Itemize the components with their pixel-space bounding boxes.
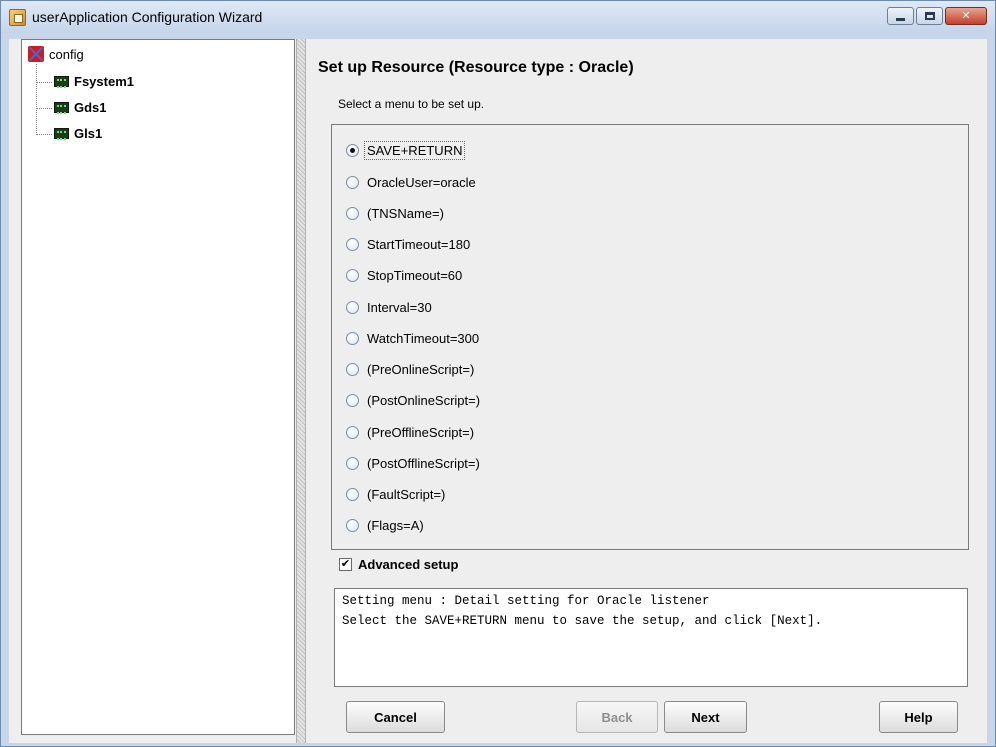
- menu-item-label: (Flags=A): [367, 517, 424, 533]
- advanced-setup-label: Advanced setup: [358, 557, 459, 572]
- radio-button[interactable]: [346, 362, 359, 376]
- menu-item-flags[interactable]: (Flags=A): [346, 514, 424, 536]
- setup-menu-list: SAVE+RETURN OracleUser=oracle (TNSName=)…: [331, 124, 969, 550]
- minimize-icon: [896, 17, 905, 21]
- resource-tree[interactable]: config Fsystem1 Gds1 Gls1: [21, 39, 295, 735]
- menu-item-start-timeout[interactable]: StartTimeout=180: [346, 233, 470, 255]
- menu-item-tns-name[interactable]: (TNSName=): [346, 202, 444, 224]
- radio-button[interactable]: [346, 300, 359, 314]
- radio-button[interactable]: [346, 268, 359, 282]
- radio-button[interactable]: [346, 518, 359, 532]
- maximize-button[interactable]: [916, 7, 943, 25]
- resource-icon: [54, 76, 69, 88]
- menu-item-label: Interval=30: [367, 299, 432, 315]
- radio-button[interactable]: [346, 206, 359, 220]
- window-title: userApplication Configuration Wizard: [32, 9, 263, 25]
- tree-item-label: Gls1: [74, 126, 103, 141]
- menu-item-pre-online-script[interactable]: (PreOnlineScript=): [346, 358, 474, 380]
- menu-item-post-offline-script[interactable]: (PostOfflineScript=): [346, 452, 480, 474]
- radio-button[interactable]: [346, 237, 359, 251]
- minimize-button[interactable]: [887, 7, 914, 25]
- menu-item-pre-offline-script[interactable]: (PreOfflineScript=): [346, 421, 474, 443]
- tree-item-config[interactable]: config: [28, 46, 84, 62]
- close-icon: ✕: [961, 9, 971, 22]
- menu-item-label: (FaultScript=): [367, 486, 446, 502]
- menu-item-label: SAVE+RETURN: [364, 140, 466, 160]
- page-instruction: Select a menu to be set up.: [338, 97, 485, 111]
- menu-item-label: WatchTimeout=300: [367, 330, 480, 346]
- back-button[interactable]: Back: [576, 701, 658, 733]
- config-icon: [28, 46, 44, 62]
- menu-item-watch-timeout[interactable]: WatchTimeout=300: [346, 327, 479, 349]
- menu-item-interval[interactable]: Interval=30: [346, 296, 432, 318]
- tree-connector: [36, 64, 37, 135]
- menu-item-label: (PreOnlineScript=): [367, 361, 475, 377]
- menu-item-post-online-script[interactable]: (PostOnlineScript=): [346, 389, 480, 411]
- radio-button[interactable]: [346, 487, 359, 501]
- message-line: Setting menu : Detail setting for Oracle…: [342, 594, 710, 608]
- advanced-setup-checkbox[interactable]: ✔ Advanced setup: [339, 557, 458, 572]
- tree-connector: [36, 82, 52, 83]
- menu-item-label: (PreOfflineScript=): [367, 424, 475, 440]
- app-icon: [9, 8, 26, 26]
- panel-splitter[interactable]: [296, 39, 306, 743]
- tree-item-label: Gds1: [74, 100, 107, 115]
- app-window: userApplication Configuration Wizard ✕ c…: [0, 0, 996, 747]
- radio-button[interactable]: [346, 456, 359, 470]
- menu-item-label: (TNSName=): [367, 205, 444, 221]
- tree-item-gls1[interactable]: Gls1: [54, 126, 102, 141]
- radio-button[interactable]: [346, 175, 359, 189]
- resource-icon: [54, 102, 69, 114]
- menu-item-label: (PostOfflineScript=): [367, 455, 480, 471]
- message-line: Select the SAVE+RETURN menu to save the …: [342, 614, 823, 628]
- tree-item-label: config: [49, 46, 84, 62]
- cancel-button[interactable]: Cancel: [346, 701, 445, 733]
- menu-item-label: StopTimeout=60: [367, 267, 463, 283]
- help-button[interactable]: Help: [879, 701, 958, 733]
- menu-item-label: (PostOnlineScript=): [367, 392, 481, 408]
- tree-connector: [36, 134, 52, 135]
- menu-item-stop-timeout[interactable]: StopTimeout=60: [346, 264, 462, 286]
- radio-button[interactable]: [346, 425, 359, 439]
- maximize-icon: [924, 12, 935, 20]
- menu-item-fault-script[interactable]: (FaultScript=): [346, 483, 445, 505]
- radio-button[interactable]: [346, 143, 359, 157]
- close-button[interactable]: ✕: [945, 7, 987, 25]
- title-bar[interactable]: userApplication Configuration Wizard ✕: [1, 1, 995, 33]
- radio-button[interactable]: [346, 393, 359, 407]
- menu-item-label: StartTimeout=180: [367, 236, 471, 252]
- tree-item-fsystem1[interactable]: Fsystem1: [54, 74, 134, 89]
- next-button[interactable]: Next: [664, 701, 747, 733]
- menu-item-save-return[interactable]: SAVE+RETURN: [346, 139, 466, 161]
- menu-item-oracle-user[interactable]: OracleUser=oracle: [346, 171, 476, 193]
- menu-item-label: OracleUser=oracle: [367, 174, 476, 190]
- tree-item-label: Fsystem1: [74, 74, 134, 89]
- wizard-content: config Fsystem1 Gds1 Gls1 Set up Resourc…: [9, 39, 987, 743]
- tree-connector: [36, 108, 52, 109]
- page-title: Set up Resource (Resource type : Oracle): [318, 59, 634, 76]
- tree-item-gds1[interactable]: Gds1: [54, 100, 107, 115]
- message-area: Setting menu : Detail setting for Oracle…: [334, 588, 968, 687]
- checkbox-checked-icon[interactable]: ✔: [339, 558, 352, 571]
- radio-button[interactable]: [346, 331, 359, 345]
- window-controls: ✕: [887, 7, 987, 25]
- resource-icon: [54, 128, 69, 140]
